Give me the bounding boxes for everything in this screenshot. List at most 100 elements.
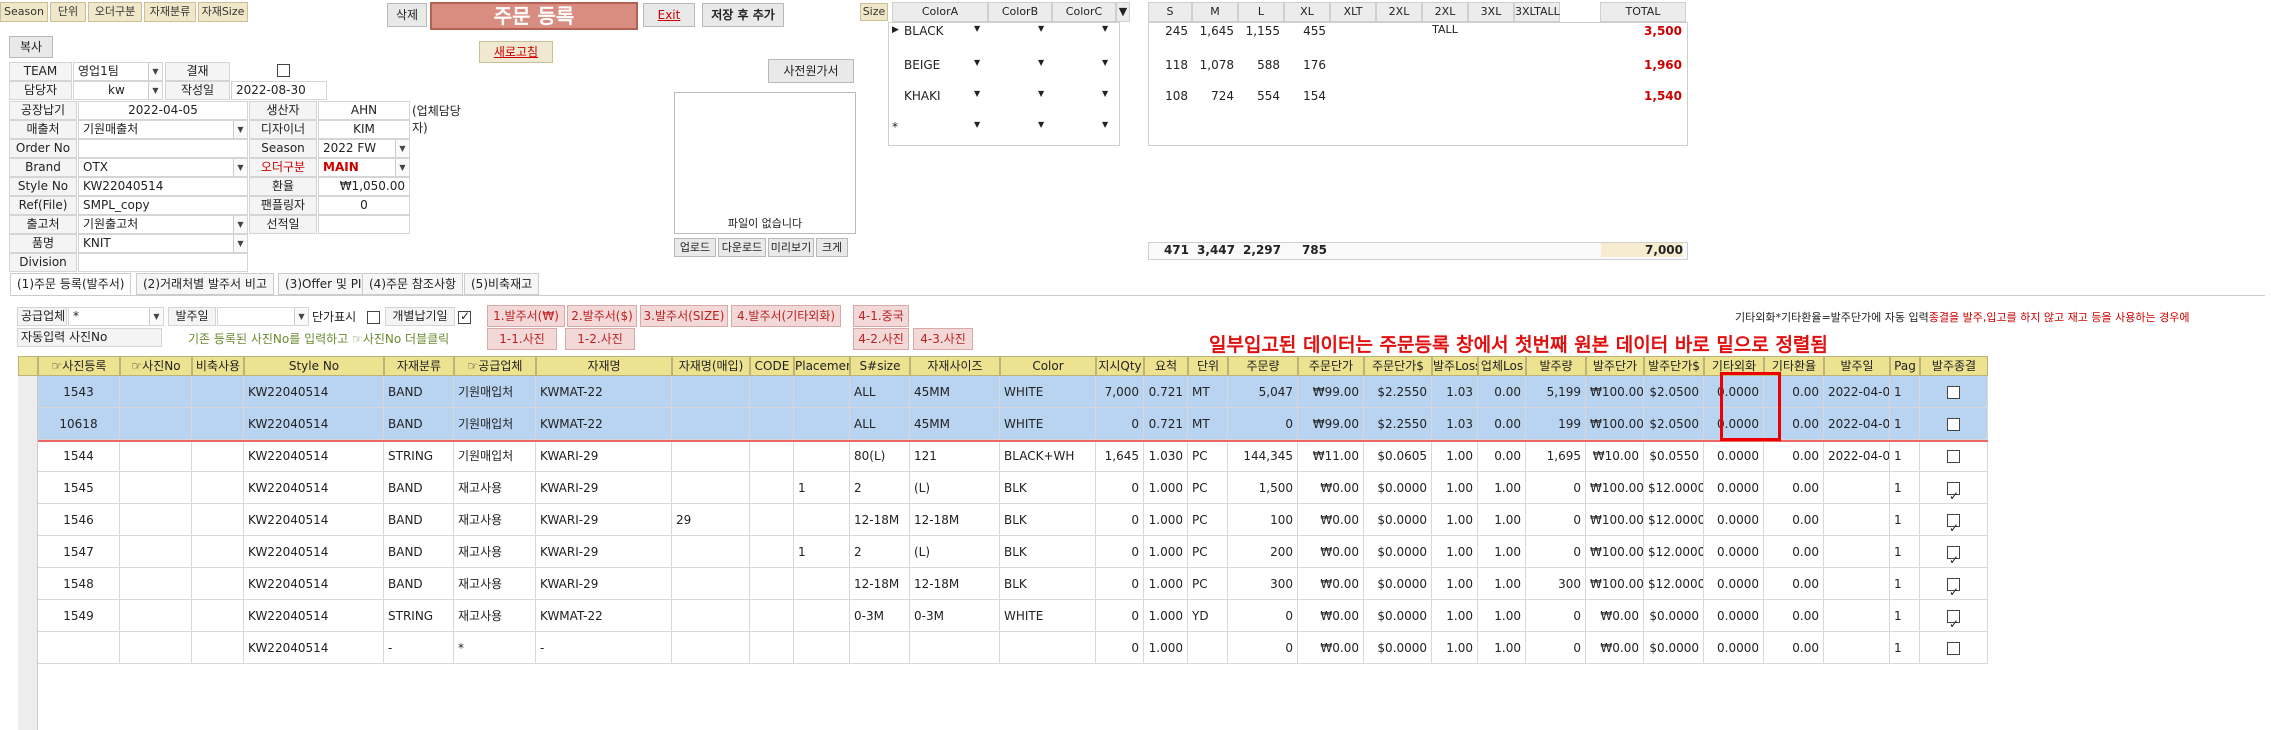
cell-material-name[interactable]: KWARI-29 (536, 472, 672, 504)
cell-supplier[interactable]: 기원매입처 (454, 376, 536, 408)
cell-order-amount[interactable]: 100 (1228, 504, 1298, 536)
copy-button[interactable]: 복사 (9, 36, 53, 58)
column-header-order-qty[interactable]: 지시Qty (1096, 356, 1144, 376)
producer-field[interactable]: AHN (318, 101, 410, 120)
cell-order-amount[interactable]: 144,345 (1228, 440, 1298, 472)
cell-order-closed[interactable] (1920, 440, 1988, 472)
cell-placement[interactable]: 1 (794, 472, 850, 504)
cell-purchase-price-usd[interactable]: $0.0000 (1644, 632, 1704, 664)
cell-purchase-price-usd[interactable]: $0.0550 (1644, 440, 1704, 472)
cell-s-size[interactable]: 80(L) (850, 440, 910, 472)
cell-placement[interactable] (794, 408, 850, 440)
exchange-rate-field[interactable]: ₩1,050.00 (318, 177, 410, 196)
cell-code[interactable] (750, 472, 794, 504)
cell-style-no[interactable]: KW22040514 (244, 408, 384, 440)
cell-yield[interactable]: 1.000 (1144, 472, 1188, 504)
table-row[interactable]: 1546 KW22040514 BAND 재고사용 KWARI-29 29 12-18M 12… (18, 504, 1988, 536)
cell-unit[interactable]: MT (1188, 408, 1228, 440)
cell-supplier[interactable]: 기원매입처 (454, 440, 536, 472)
cell-placement[interactable] (794, 440, 850, 472)
cell-purchase-price[interactable]: ₩100.00 (1586, 376, 1644, 408)
cell-order-price-usd[interactable]: $0.0000 (1364, 536, 1432, 568)
cell-material-class[interactable]: BAND (384, 408, 454, 440)
cell-material-name-buy[interactable] (672, 408, 750, 440)
cell-photo-reg[interactable]: 1548 (38, 568, 120, 600)
cell-reserve-use[interactable] (192, 472, 244, 504)
column-header-vendor-loss[interactable]: 업체Los (1478, 356, 1526, 376)
cell-style-no[interactable]: KW22040514 (244, 536, 384, 568)
column-header-foreign-rate[interactable]: 기타환율 (1764, 356, 1824, 376)
cell-style-no[interactable]: KW22040514 (244, 632, 384, 664)
cell-material-name[interactable]: KWARI-29 (536, 504, 672, 536)
cell-material-name-buy[interactable] (672, 632, 750, 664)
cell-color[interactable]: WHITE (1000, 376, 1096, 408)
cell-foreign-currency[interactable]: 0.0000 (1704, 504, 1764, 536)
cell-material-name-buy[interactable]: 29 (672, 504, 750, 536)
cell-purchase-date[interactable] (1824, 600, 1890, 632)
cell-order-loss[interactable]: 1.00 (1432, 568, 1478, 600)
checkbox-icon[interactable] (1947, 512, 1960, 535)
cell-order-price-usd[interactable]: $0.0000 (1364, 472, 1432, 504)
cell-supplier[interactable]: 재고사용 (454, 536, 536, 568)
order-sheet-usd-button[interactable]: 2.발주서($) (567, 305, 637, 327)
cell-photo-no[interactable] (120, 600, 192, 632)
cell-material-size[interactable]: 12-18M (910, 568, 1000, 600)
column-header-purchase-qty[interactable]: 발주량 (1526, 356, 1586, 376)
cell-style-no[interactable]: KW22040514 (244, 472, 384, 504)
cell-order-qty[interactable]: 7,000 (1096, 376, 1144, 408)
cell-order-closed[interactable] (1920, 536, 1988, 568)
cell-order-closed[interactable] (1920, 600, 1988, 632)
cell-unit[interactable]: PC (1188, 568, 1228, 600)
cell-foreign-currency[interactable]: 0.0000 (1704, 568, 1764, 600)
cell-code[interactable] (750, 568, 794, 600)
cell-unit[interactable]: PC (1188, 504, 1228, 536)
table-row[interactable]: 1549 KW22040514 STRING 재고사용 KWMAT-22 0-3M 0-3M… (18, 600, 1988, 632)
cell-foreign-rate[interactable]: 0.00 (1764, 632, 1824, 664)
order-no-field[interactable] (78, 139, 248, 158)
cell-order-qty[interactable]: 0 (1096, 536, 1144, 568)
cell-photo-no[interactable] (120, 568, 192, 600)
exit-button[interactable]: Exit (643, 3, 695, 27)
column-header-order-amount[interactable]: 주문량 (1228, 356, 1298, 376)
cell-reserve-use[interactable] (192, 440, 244, 472)
cell-order-price[interactable]: ₩0.00 (1298, 632, 1364, 664)
cell-order-price[interactable]: ₩99.00 (1298, 376, 1364, 408)
cell-order-price[interactable]: ₩0.00 (1298, 536, 1364, 568)
cell-purchase-price-usd[interactable]: $12.0000 (1644, 504, 1704, 536)
cell-code[interactable] (750, 600, 794, 632)
cell-purchase-qty[interactable]: 0 (1526, 536, 1586, 568)
cell-order-price-usd[interactable]: $0.0000 (1364, 632, 1432, 664)
cell-reserve-use[interactable] (192, 408, 244, 440)
size-header-dropdown[interactable]: ▼ (1116, 2, 1130, 22)
cell-foreign-currency[interactable]: 0.0000 (1704, 440, 1764, 472)
cell-foreign-rate[interactable]: 0.00 (1764, 504, 1824, 536)
enlarge-button[interactable]: 크게 (816, 238, 848, 257)
factory-due-field[interactable]: 2022-04-05 (78, 101, 248, 120)
cell-placement[interactable] (794, 600, 850, 632)
cell-vendor-loss[interactable]: 1.00 (1478, 536, 1526, 568)
refresh-button[interactable]: 새로고침 (479, 41, 553, 63)
cell-order-closed[interactable] (1920, 472, 1988, 504)
cell-photo-no[interactable] (120, 536, 192, 568)
checkbox-icon[interactable] (367, 311, 380, 324)
column-header-order-loss[interactable]: 발주Loss (1432, 356, 1478, 376)
cell-s-size[interactable]: ALL (850, 408, 910, 440)
cell-order-price[interactable]: ₩0.00 (1298, 600, 1364, 632)
cell-foreign-rate[interactable]: 0.00 (1764, 408, 1824, 440)
cell-s-size[interactable]: 12-18M (850, 504, 910, 536)
chevron-down-icon[interactable]: ▼ (395, 140, 409, 157)
column-header-order-price[interactable]: 주문단가 (1298, 356, 1364, 376)
chevron-down-icon[interactable]: ▼ (1038, 58, 1044, 67)
cell-order-closed[interactable] (1920, 376, 1988, 408)
cell-order-price-usd[interactable]: $0.0605 (1364, 440, 1432, 472)
chevron-down-icon[interactable]: ▼ (974, 58, 980, 67)
cell-foreign-currency[interactable]: 0.0000 (1704, 600, 1764, 632)
cell-s-size[interactable]: 0-3M (850, 600, 910, 632)
cell-order-price[interactable]: ₩0.00 (1298, 504, 1364, 536)
cell-foreign-rate[interactable]: 0.00 (1764, 472, 1824, 504)
cell-style-no[interactable]: KW22040514 (244, 504, 384, 536)
cell-page[interactable]: 1 (1890, 440, 1920, 472)
cell-material-size[interactable]: 12-18M (910, 504, 1000, 536)
cell-photo-reg[interactable]: 1547 (38, 536, 120, 568)
checkbox-icon[interactable] (1947, 450, 1960, 463)
